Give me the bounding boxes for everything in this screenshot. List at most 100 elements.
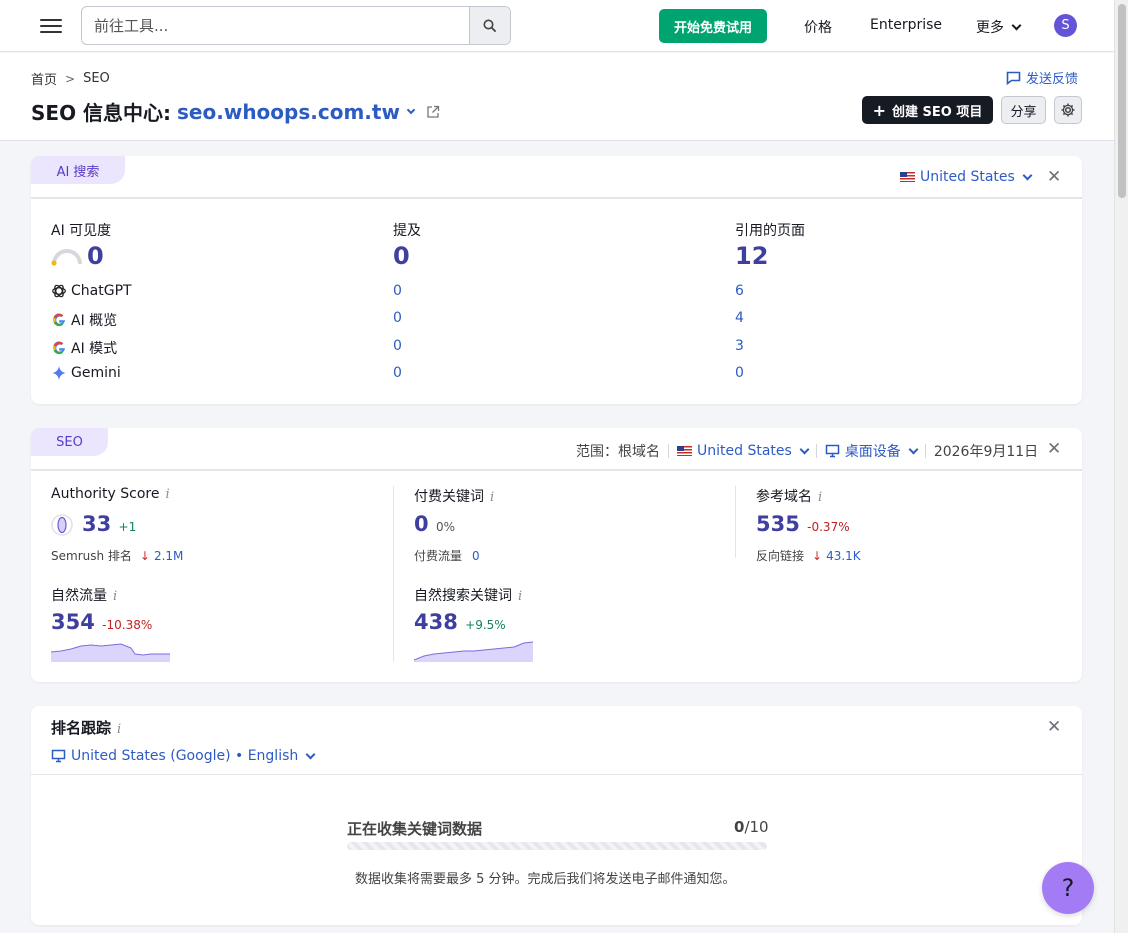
info-icon[interactable]: i xyxy=(165,487,169,502)
seo-card: SEO 范围：根域名 United States 桌面设备 2026年9月11日… xyxy=(31,428,1082,682)
cited-pages-count[interactable]: 3 xyxy=(735,338,744,354)
mentions-value: 0 xyxy=(393,242,410,270)
divider xyxy=(668,444,669,458)
mentions-title: 提及 xyxy=(393,223,421,239)
progress-total: /10 xyxy=(744,818,769,836)
ai-search-card: AI 搜索 United States ✕ AI 可见度 0 提及 0 引用的页… xyxy=(31,156,1082,404)
organic-keywords-sparkline xyxy=(414,641,533,662)
share-button[interactable]: 分享 xyxy=(1001,96,1046,124)
avatar[interactable]: S xyxy=(1054,14,1077,37)
mentions-count[interactable]: 0 xyxy=(393,338,402,354)
progress-done: 0 xyxy=(734,818,745,836)
info-icon[interactable]: i xyxy=(117,722,121,737)
authority-title-text: Authority Score xyxy=(51,486,160,502)
ai-visibility-title: AI 可见度 xyxy=(51,223,112,239)
settings-button[interactable] xyxy=(1054,96,1082,124)
rank-tracking-card: 排名跟踪 i ✕ United States (Google) • English… xyxy=(31,706,1082,925)
cited-pages-count[interactable]: 6 xyxy=(735,283,744,299)
backlinks: 反向链接 ↓ 43.1K xyxy=(756,547,861,564)
create-label: 创建 SEO 项目 xyxy=(892,104,983,120)
platform-row-ai-overview: AI 概览 xyxy=(51,310,117,330)
close-icon[interactable]: ✕ xyxy=(1047,167,1061,187)
authority-score-value: 33 +1 xyxy=(82,512,136,536)
google-icon xyxy=(53,341,65,355)
ai-country-selector[interactable]: United States xyxy=(900,169,1033,185)
rank-location-selector[interactable]: United States (Google) • English xyxy=(51,748,316,764)
gemini-icon xyxy=(52,366,66,380)
scrollbar-thumb[interactable] xyxy=(1118,4,1126,198)
tool-search xyxy=(81,6,511,45)
organic-traffic-value[interactable]: 354 -10.38% xyxy=(51,610,152,634)
backlinks-value[interactable]: 43.1K xyxy=(826,549,861,563)
help-button[interactable]: ? xyxy=(1042,862,1094,914)
enterprise-link[interactable]: Enterprise xyxy=(870,17,942,33)
create-seo-project-button[interactable]: + 创建 SEO 项目 xyxy=(862,96,993,124)
us-flag-icon xyxy=(900,172,915,182)
semrush-rank-label: Semrush 排名 xyxy=(51,549,132,563)
cited-pages-count[interactable]: 4 xyxy=(735,310,744,326)
date-label: 2026年9月11日 xyxy=(933,444,1039,460)
search-button[interactable] xyxy=(469,7,510,44)
chevron-down-icon xyxy=(799,444,810,454)
paid-keywords-value[interactable]: 0 0% xyxy=(414,512,455,536)
rank-tracking-title: 排名跟踪 i xyxy=(51,717,121,738)
referring-value: 535 xyxy=(756,512,800,536)
rank-title-text: 排名跟踪 xyxy=(51,719,112,737)
info-icon[interactable]: i xyxy=(518,589,522,604)
mentions-count[interactable]: 0 xyxy=(393,365,402,381)
google-icon xyxy=(53,313,65,327)
chevron-down-icon xyxy=(1011,20,1022,30)
card-divider xyxy=(31,469,1082,471)
close-icon[interactable]: ✕ xyxy=(1047,717,1061,737)
referring-domains-value[interactable]: 535 -0.37% xyxy=(756,512,850,536)
scope-label: 范围：根域名 xyxy=(576,444,660,460)
info-icon[interactable]: i xyxy=(490,490,494,505)
info-icon[interactable]: i xyxy=(818,490,822,505)
more-menu[interactable]: 更多 xyxy=(976,17,1022,37)
mentions-count[interactable]: 0 xyxy=(393,283,402,299)
breadcrumb-home[interactable]: 首页 xyxy=(31,69,57,88)
seo-country-selector[interactable]: United States xyxy=(677,443,810,459)
card-divider xyxy=(31,774,1082,775)
menu-icon[interactable] xyxy=(40,15,62,35)
paid-traffic-value[interactable]: 0 xyxy=(472,549,480,563)
plus-icon: + xyxy=(872,100,887,120)
paid-change: 0% xyxy=(435,520,455,534)
cited-pages-value: 12 xyxy=(735,242,769,270)
mentions-count[interactable]: 0 xyxy=(393,310,402,326)
cited-pages-title: 引用的页面 xyxy=(735,223,805,239)
more-label: 更多 xyxy=(976,20,1004,36)
referring-title-text: 参考域名 xyxy=(756,489,812,505)
start-free-trial-button[interactable]: 开始免费试用 xyxy=(659,9,767,43)
organic-traffic-sparkline xyxy=(51,643,170,662)
chevron-right-icon: > xyxy=(65,71,76,86)
device-selector[interactable]: 桌面设备 xyxy=(825,441,919,461)
collecting-label: 正在收集关键词数据 xyxy=(347,820,483,838)
organic-keywords-change: +9.5% xyxy=(465,618,506,632)
send-feedback-link[interactable]: 发送反馈 xyxy=(1006,68,1078,87)
domain-selector[interactable]: seo.whoops.com.tw xyxy=(177,100,400,124)
device-label: 桌面设备 xyxy=(844,444,901,460)
semrush-rank: Semrush 排名 ↓ 2.1M xyxy=(51,547,183,564)
close-icon[interactable]: ✕ xyxy=(1047,439,1061,459)
arrow-down-icon: ↓ xyxy=(812,548,823,563)
external-link-icon[interactable] xyxy=(426,105,440,119)
chevron-down-icon xyxy=(305,749,316,759)
ai-search-tab: AI 搜索 xyxy=(31,156,125,184)
organic-keywords-value[interactable]: 438 +9.5% xyxy=(414,610,506,634)
ai-visibility-value: 0 xyxy=(87,242,104,270)
breadcrumb-current: SEO xyxy=(83,71,110,86)
cited-pages-count[interactable]: 0 xyxy=(735,365,744,381)
page-title: SEO 信息中心: seo.whoops.com.tw xyxy=(31,97,440,126)
chevron-down-icon xyxy=(1022,170,1033,180)
page-scrollbar[interactable] xyxy=(1114,0,1128,933)
divider xyxy=(924,444,926,458)
info-icon[interactable]: i xyxy=(113,589,117,604)
feedback-icon xyxy=(1006,71,1021,85)
referring-change: -0.37% xyxy=(807,520,850,534)
page-header: 首页 > SEO SEO 信息中心: seo.whoops.com.tw 发送反… xyxy=(0,53,1114,141)
chevron-down-icon[interactable] xyxy=(406,105,416,114)
semrush-rank-value[interactable]: 2.1M xyxy=(154,549,183,563)
search-input[interactable] xyxy=(82,7,470,44)
pricing-link[interactable]: 价格 xyxy=(804,17,832,37)
